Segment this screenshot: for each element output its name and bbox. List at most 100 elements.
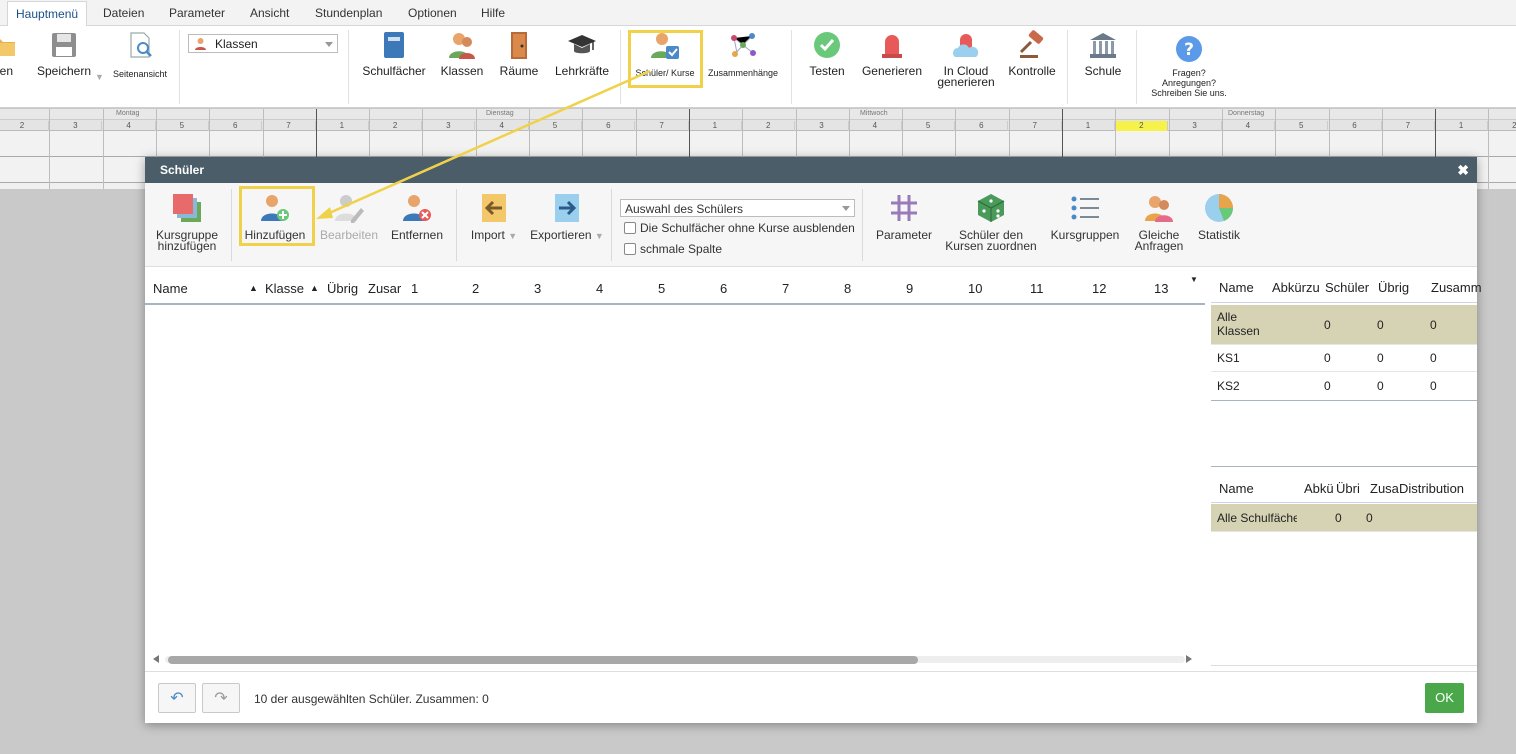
undo-button[interactable]: ↶ (158, 683, 196, 713)
parameter-label: Parameter (875, 228, 933, 242)
menu-ansicht[interactable]: Ansicht (250, 6, 289, 20)
export-button[interactable]: Exportieren ▼ (527, 192, 607, 242)
student-select-value: Auswahl des Schülers (625, 202, 744, 216)
table-row[interactable]: Alle Klassen 0 0 0 (1211, 305, 1477, 345)
edit-student-button[interactable]: Bearbeiten (315, 192, 383, 241)
column-header-3[interactable]: 3 (534, 281, 541, 296)
column-header-2[interactable]: 2 (472, 281, 479, 296)
rooms-button[interactable]: Räume (497, 30, 541, 77)
test-button[interactable]: Testen (804, 30, 850, 77)
column-header-students[interactable]: Schüler (1325, 280, 1369, 295)
import-button[interactable]: Import ▼ (465, 192, 523, 242)
class-total: 0 (1430, 351, 1437, 365)
class-name: KS1 (1217, 351, 1240, 365)
column-header-distribution[interactable]: Distribution (1399, 481, 1464, 496)
column-header-total[interactable]: Zusa (1370, 481, 1399, 496)
column-header-9[interactable]: 9 (906, 281, 913, 296)
student-select[interactable]: Auswahl des Schülers (620, 199, 855, 217)
cloud-generate-button[interactable]: In Cloud generieren (934, 30, 998, 88)
folder-icon (0, 39, 15, 56)
close-icon[interactable]: ✖ (1457, 162, 1469, 179)
menu-optionen[interactable]: Optionen (408, 6, 457, 20)
column-header-abbreviation[interactable]: Abkü (1304, 481, 1334, 496)
remove-student-button[interactable]: Entfernen (387, 192, 447, 241)
redo-button[interactable]: ↷ (202, 683, 240, 713)
column-header-5[interactable]: 5 (658, 281, 665, 296)
period-number: 4 (1222, 121, 1275, 131)
sort-asc-icon[interactable]: ▲ (249, 283, 258, 293)
column-header-8[interactable]: 8 (844, 281, 851, 296)
menu-parameter[interactable]: Parameter (169, 6, 225, 20)
page-view-button[interactable]: Seitenansicht (112, 30, 168, 80)
column-header-abbreviation[interactable]: Abkürzu (1272, 280, 1320, 295)
floppy-disk-icon (52, 33, 76, 57)
assign-line2: Kursen zuordnen (945, 239, 1037, 253)
class-name: Klassen (1217, 324, 1260, 338)
sort-asc-icon[interactable]: ▲ (310, 283, 319, 293)
pie-chart-icon (1205, 194, 1233, 222)
column-header-remaining[interactable]: Übri (1336, 481, 1360, 496)
page-view-label: Seitenansicht (112, 69, 168, 79)
control-button[interactable]: Kontrolle (1005, 30, 1059, 77)
scroll-right-icon[interactable] (1186, 655, 1192, 663)
class-students: 0 (1324, 379, 1331, 393)
open-button[interactable]: hen (0, 30, 18, 77)
column-header-total[interactable]: Zusamm (1431, 280, 1482, 295)
scroll-left-icon[interactable] (153, 655, 159, 663)
menu-hauptmenue[interactable]: Hauptmenü (7, 1, 88, 26)
column-header-6[interactable]: 6 (720, 281, 727, 296)
generate-button[interactable]: Generieren (860, 30, 924, 77)
column-header-4[interactable]: 4 (596, 281, 603, 296)
period-number: 3 (1169, 121, 1222, 131)
classes-button[interactable]: Klassen (437, 30, 487, 77)
column-header-13[interactable]: 13 (1154, 281, 1168, 296)
column-header-name[interactable]: Name (1219, 280, 1254, 295)
class-select[interactable]: Klassen (188, 34, 338, 53)
assign-students-button[interactable]: Schüler den Kursen zuordnen (942, 192, 1040, 252)
column-header-10[interactable]: 10 (968, 281, 982, 296)
save-button[interactable]: Speichern (34, 30, 94, 77)
column-header-name[interactable]: Name (1219, 481, 1254, 496)
menu-stundenplan[interactable]: Stundenplan (315, 6, 382, 20)
scrollbar-thumb[interactable] (168, 656, 918, 664)
horizontal-scrollbar[interactable] (145, 651, 1205, 665)
ok-button[interactable]: OK (1425, 683, 1464, 713)
chevron-down-icon (842, 206, 850, 211)
table-row[interactable]: KS1 0 0 0 (1211, 345, 1477, 372)
teachers-button[interactable]: Lehrkräfte (553, 30, 611, 77)
hide-subjects-checkbox[interactable]: Die Schulfächer ohne Kurse ausblenden (624, 221, 855, 235)
table-row[interactable]: Alle Schulfäche 0 0 (1211, 504, 1477, 532)
menu-hilfe[interactable]: Hilfe (481, 6, 505, 20)
menu-dateien[interactable]: Dateien (103, 6, 144, 20)
narrow-column-checkbox[interactable]: schmale Spalte (624, 242, 722, 256)
subjects-button[interactable]: Schulfächer (360, 30, 428, 77)
highlight-students-courses (628, 30, 703, 88)
column-header-remaining[interactable]: Übrig (327, 281, 358, 296)
columns-menu-icon[interactable]: ▼ (1190, 275, 1198, 284)
class-name: Alle (1217, 310, 1238, 324)
relations-button[interactable]: Zusammenhänge (706, 30, 780, 79)
column-header-class[interactable]: Klasse (265, 281, 304, 296)
save-dropdown-icon[interactable]: ▼ (95, 72, 104, 82)
save-label: Speichern (36, 64, 92, 78)
column-header-12[interactable]: 12 (1092, 281, 1106, 296)
checkbox-box[interactable] (624, 222, 636, 234)
column-header-total[interactable]: Zusar (368, 281, 401, 296)
column-header-remaining[interactable]: Übrig (1378, 280, 1409, 295)
statistics-button[interactable]: Statistik (1195, 192, 1243, 241)
column-header-1[interactable]: 1 (411, 281, 418, 296)
column-header-name[interactable]: Name (153, 281, 188, 296)
checkbox-box[interactable] (624, 243, 636, 255)
column-header-11[interactable]: 11 (1030, 281, 1044, 296)
feedback-button[interactable]: ? Fragen? Anregungen? Schreiben Sie uns. (1148, 34, 1230, 98)
class-remaining: 0 (1377, 318, 1384, 332)
add-course-group-button[interactable]: Kursgruppe hinzufügen (153, 192, 221, 252)
parameter-button[interactable]: Parameter (873, 192, 935, 241)
same-requests-button[interactable]: Gleiche Anfragen (1130, 192, 1188, 252)
period-number: 3 (422, 121, 476, 131)
school-button[interactable]: Schule (1080, 30, 1126, 77)
table-row[interactable]: KS2 0 0 0 (1211, 372, 1477, 400)
period-number: 7 (263, 121, 316, 131)
course-groups-button[interactable]: Kursgruppen (1049, 192, 1121, 241)
column-header-7[interactable]: 7 (782, 281, 789, 296)
